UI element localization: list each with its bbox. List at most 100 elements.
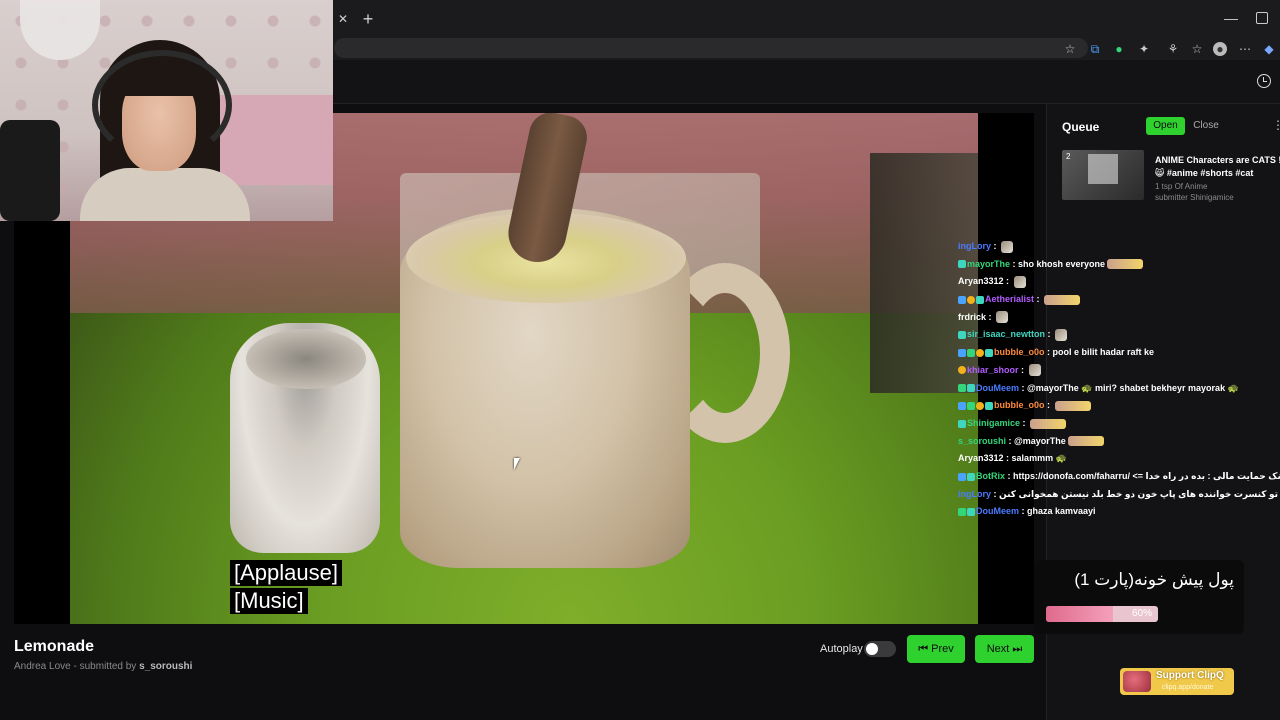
microphone-icon bbox=[0, 120, 60, 221]
star-icon[interactable]: ☆ bbox=[1063, 42, 1077, 56]
chat-username[interactable]: Aryan3312 bbox=[958, 453, 1004, 463]
next-button[interactable]: Next ⏭ bbox=[975, 635, 1034, 663]
chat-username[interactable]: Aryan3312 bbox=[958, 276, 1004, 286]
chat-text: pool e bilit hadar raft ke bbox=[1052, 347, 1155, 358]
chat-separator: : bbox=[991, 488, 999, 499]
extensions-puzzle-icon[interactable]: ✦ bbox=[1137, 42, 1151, 56]
queue-item-title: ANIME Characters are CATS ! 😸 #anime #sh… bbox=[1155, 154, 1280, 180]
chat-separator: : bbox=[1045, 329, 1054, 340]
chat-username[interactable]: Aetherialist bbox=[985, 294, 1034, 304]
chat-username[interactable]: DouMeem bbox=[976, 506, 1019, 516]
copilot-icon[interactable]: ◆ bbox=[1262, 42, 1276, 56]
blue-badge-icon bbox=[958, 472, 966, 481]
chat-message: Aryan3312 : salammm 🐢 bbox=[958, 450, 1280, 468]
address-bar[interactable] bbox=[334, 38, 1088, 58]
gold-badge-icon bbox=[976, 348, 984, 357]
prev-button[interactable]: ⏮ Prev bbox=[907, 635, 965, 663]
teal-badge-icon bbox=[976, 295, 984, 304]
chat-username[interactable]: BotRix bbox=[976, 471, 1005, 481]
webcam-shirt bbox=[80, 168, 250, 221]
gold-badge-icon bbox=[967, 295, 975, 304]
chat-username[interactable]: ingLory bbox=[958, 489, 991, 499]
extension-icon[interactable]: ● bbox=[1112, 42, 1126, 56]
chat-text: sho khosh everyone bbox=[1018, 258, 1106, 269]
new-tab-button[interactable]: + bbox=[360, 10, 376, 28]
queue-open-button[interactable]: Open bbox=[1146, 117, 1185, 135]
history-icon[interactable] bbox=[1257, 74, 1271, 88]
toggle-knob bbox=[866, 643, 878, 655]
green-badge-icon bbox=[967, 401, 975, 410]
chat-username[interactable]: khiar_shoor bbox=[967, 365, 1019, 375]
chat-username[interactable]: frdrick bbox=[958, 312, 986, 322]
goal-progress-label: 60% bbox=[1131, 608, 1152, 619]
emote-icon bbox=[1030, 418, 1067, 429]
chat-message: frdrick : bbox=[958, 309, 1280, 327]
chat-separator: : bbox=[1019, 382, 1028, 393]
queue-more-icon[interactable]: ⋮ bbox=[1272, 118, 1280, 134]
webcam-overlay bbox=[0, 0, 333, 221]
queue-close-button[interactable]: Close bbox=[1190, 117, 1222, 135]
blue-badge-icon bbox=[958, 295, 966, 304]
green-badge-icon bbox=[958, 384, 966, 393]
headset-icon bbox=[92, 50, 232, 160]
submitter-name[interactable]: s_soroushi bbox=[139, 661, 192, 672]
support-url: clipq.app/donate bbox=[1162, 684, 1214, 691]
queue-item-thumbnail: 2 bbox=[1062, 150, 1144, 200]
bookmark-icon[interactable]: ☆ bbox=[1190, 42, 1204, 56]
emote-icon bbox=[1067, 436, 1104, 447]
chat-text: salammm 🐢 bbox=[1011, 453, 1067, 464]
chat-username[interactable]: mayorThe bbox=[967, 259, 1010, 269]
chat-message: bubble_o0o : bbox=[958, 397, 1280, 415]
teal-badge-icon bbox=[967, 507, 975, 516]
caption-line: [Music] bbox=[230, 588, 308, 614]
teal-badge-icon bbox=[967, 472, 975, 481]
chat-username[interactable]: Shinigamice bbox=[967, 418, 1020, 428]
emote-icon bbox=[1013, 276, 1026, 288]
chat-message: mayorThe : sho khosh everyone bbox=[958, 256, 1280, 274]
queue-item-title-line: 😸 #anime #shorts #cat bbox=[1155, 168, 1254, 178]
window-restore-button[interactable] bbox=[1256, 12, 1268, 24]
emote-icon bbox=[1054, 400, 1091, 411]
teal-badge-icon bbox=[958, 419, 966, 428]
chat-username[interactable]: bubble_o0o bbox=[994, 400, 1045, 410]
emote-icon bbox=[1001, 240, 1013, 253]
queue-title: Queue bbox=[1062, 120, 1100, 134]
translate-icon[interactable]: ⧉ bbox=[1088, 42, 1102, 56]
chat-username[interactable]: bubble_o0o bbox=[994, 347, 1045, 357]
accounts-icon[interactable]: ⚘ bbox=[1166, 42, 1180, 56]
chat-message: BotRix : https://donofa.com/faharru/ <= … bbox=[958, 468, 1280, 486]
prev-label: Prev bbox=[931, 643, 954, 655]
chat-username[interactable]: DouMeem bbox=[976, 383, 1019, 393]
emote-icon bbox=[1044, 294, 1081, 305]
window-minimize-button[interactable]: — bbox=[1224, 10, 1238, 26]
chat-message: bubble_o0o : pool e bilit hadar raft ke bbox=[958, 344, 1280, 362]
chat-message: Shinigamice : bbox=[958, 415, 1280, 433]
chat-separator: : bbox=[1003, 453, 1012, 464]
support-label: Support ClipQ bbox=[1156, 670, 1224, 681]
chat-text: @mayorThe 🐢 miri? shabet bekheyr mayorak… bbox=[1027, 382, 1239, 393]
chat-username[interactable]: ingLory bbox=[958, 241, 991, 251]
menu-icon[interactable]: ⋯ bbox=[1238, 42, 1252, 56]
heart-gift-icon bbox=[1123, 671, 1151, 692]
chat-message: DouMeem : ghaza kamvaayi bbox=[958, 503, 1280, 521]
chat-username[interactable]: s_soroushi bbox=[958, 436, 1006, 446]
chat-username[interactable]: sir_isaac_newtton bbox=[967, 329, 1045, 339]
emote-icon bbox=[1055, 329, 1068, 342]
chat-text: ghaza kamvaayi bbox=[1027, 506, 1096, 517]
teal-badge-icon bbox=[967, 384, 975, 393]
profile-icon[interactable]: ● bbox=[1213, 42, 1227, 56]
tab-close-icon[interactable]: ✕ bbox=[336, 12, 350, 26]
chat-message: ingLory : bbox=[958, 238, 1280, 256]
teal-badge-icon bbox=[958, 260, 966, 269]
blue-badge-icon bbox=[958, 348, 966, 357]
green-badge-icon bbox=[967, 348, 975, 357]
queue-item[interactable]: 2 ANIME Characters are CATS ! 😸 #anime #… bbox=[1062, 150, 1280, 202]
emote-icon bbox=[996, 311, 1009, 324]
autoplay-toggle[interactable] bbox=[864, 641, 896, 657]
blue-badge-icon bbox=[958, 401, 966, 410]
felt-cup-rim bbox=[246, 329, 366, 389]
video-author: Andrea Love bbox=[14, 661, 71, 672]
chat-separator: : bbox=[1034, 294, 1043, 305]
emote-icon bbox=[1107, 259, 1144, 270]
queue-item-title-line: ANIME Characters are CATS ! bbox=[1155, 155, 1280, 165]
